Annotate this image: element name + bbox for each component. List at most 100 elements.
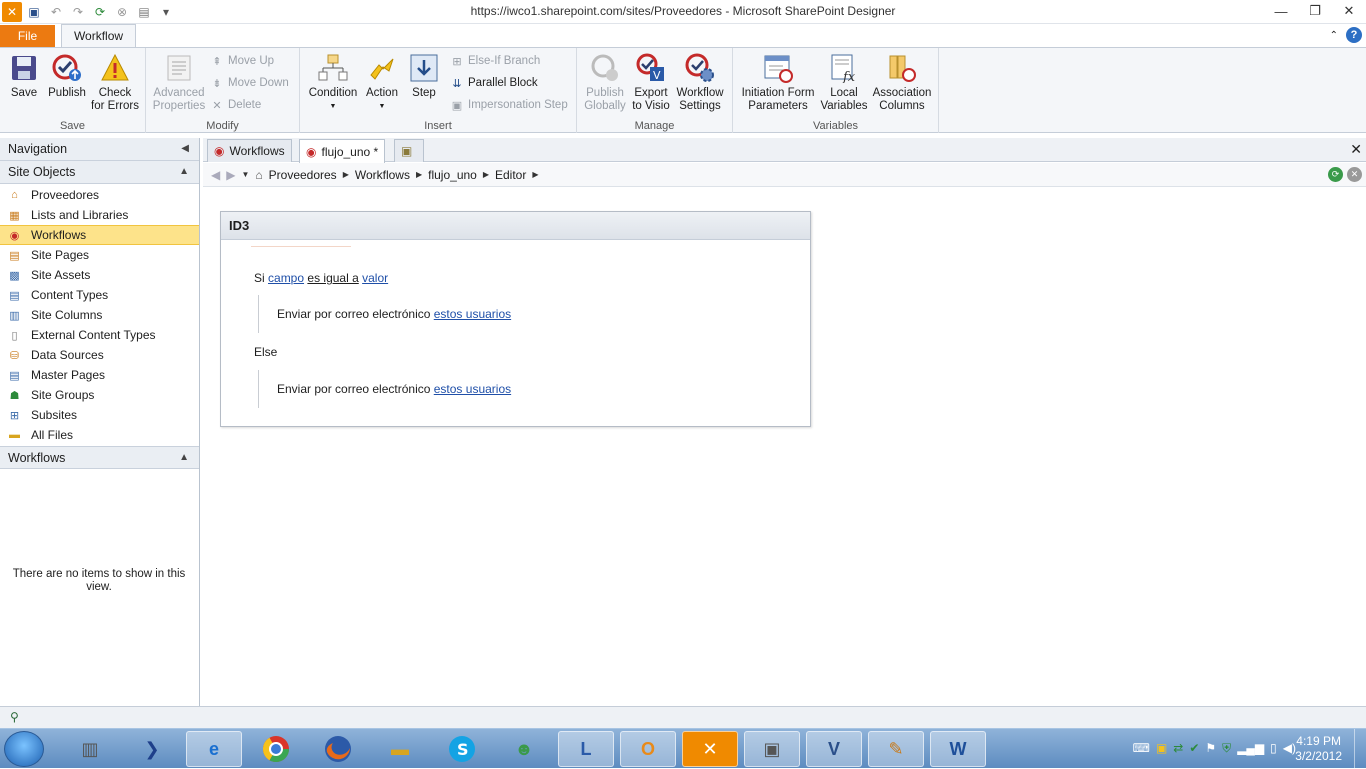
tab-file[interactable]: File	[0, 25, 55, 47]
start-button[interactable]	[4, 731, 44, 767]
close-button[interactable]: ✕	[1332, 0, 1366, 22]
refresh-icon[interactable]: ⟳	[1328, 167, 1343, 182]
history-dropdown-icon[interactable]: ▼	[241, 170, 249, 179]
lync-icon[interactable]: L	[558, 731, 614, 767]
outlook-icon[interactable]: O	[620, 731, 676, 767]
people-icon[interactable]: ☻	[496, 731, 552, 767]
sidebar-item-site-groups[interactable]: ☗ Site Groups	[0, 385, 199, 405]
volume-icon[interactable]: ◀)	[1283, 741, 1296, 756]
tab-workflows[interactable]: ◉ Workflows	[207, 139, 292, 162]
sidebar-item-lists-and-libraries[interactable]: ▦ Lists and Libraries	[0, 205, 199, 225]
refresh-icon[interactable]: ⟳	[90, 2, 110, 22]
export-to-visio-button[interactable]: V Export to Visio	[629, 52, 673, 113]
restore-button[interactable]: ❐	[1298, 0, 1332, 22]
forward-icon[interactable]: ▶	[226, 168, 235, 182]
chevron-right-icon[interactable]: ▶	[416, 170, 422, 179]
breadcrumb-flujo-uno[interactable]: flujo_uno	[428, 168, 477, 182]
new-tab-button[interactable]: ▣	[394, 139, 424, 162]
breadcrumb-editor[interactable]: Editor	[495, 168, 526, 182]
show-desktop-button[interactable]	[1354, 729, 1366, 769]
skype-icon[interactable]: S	[434, 731, 490, 767]
sidebar-item-all-files[interactable]: ▬ All Files	[0, 425, 199, 445]
field-link[interactable]: campo	[268, 271, 304, 285]
impersonation-step-button[interactable]: ▣ Impersonation Step	[450, 95, 568, 115]
preview-icon[interactable]: ▤	[134, 2, 154, 22]
sidebar-item-subsites[interactable]: ⊞ Subsites	[0, 405, 199, 425]
word-icon[interactable]: W	[930, 731, 986, 767]
check-icon[interactable]: ✔	[1189, 741, 1199, 756]
users-link-1[interactable]: estos usuarios	[434, 307, 511, 321]
sidebar-item-site-pages[interactable]: ▤ Site Pages	[0, 245, 199, 265]
breadcrumb-workflows[interactable]: Workflows	[355, 168, 410, 182]
explorer-icon[interactable]: ▬	[372, 731, 428, 767]
move-up-button[interactable]: ⇞ Move Up	[210, 51, 274, 71]
publish-button[interactable]: Publish	[45, 52, 89, 100]
save-icon[interactable]: ▣	[24, 2, 44, 22]
stop-icon[interactable]: ⊗	[112, 2, 132, 22]
chevron-up-icon[interactable]: ▲	[179, 161, 189, 183]
close-tab-icon[interactable]: ✕	[1350, 141, 1362, 158]
stop-icon[interactable]: ✕	[1347, 167, 1362, 182]
local-variables-button[interactable]: fx Local Variables	[819, 52, 869, 113]
chevron-right-icon[interactable]: ▶	[532, 170, 538, 179]
keyboard-icon[interactable]: ⌨	[1133, 741, 1150, 756]
chevron-right-icon[interactable]: ▶	[483, 170, 489, 179]
sidebar-item-master-pages[interactable]: ▤ Master Pages	[0, 365, 199, 385]
sidebar-item-data-sources[interactable]: ⛁ Data Sources	[0, 345, 199, 365]
powershell-icon[interactable]: ❯	[124, 731, 180, 767]
signal-icon[interactable]: ▂▄▆	[1237, 741, 1264, 756]
value-link[interactable]: valor	[362, 271, 388, 285]
clock[interactable]: 4:19 PM 3/2/2012	[1295, 734, 1342, 764]
outlook-tray-icon[interactable]: ▣	[1156, 741, 1167, 756]
workflow-settings-button[interactable]: Workflow Settings	[673, 52, 727, 113]
paint-icon[interactable]: ✎	[868, 731, 924, 767]
breadcrumb-proveedores[interactable]: Proveedores	[269, 168, 337, 182]
sidebar-item-external-content-types[interactable]: ▯ External Content Types	[0, 325, 199, 345]
step-title[interactable]: ID3	[221, 212, 810, 240]
chevron-right-icon[interactable]: ▶	[343, 170, 349, 179]
security-icon[interactable]: ⛨	[1222, 741, 1231, 756]
redo-icon[interactable]: ↷	[68, 2, 88, 22]
tab-flujo-uno[interactable]: ◉ flujo_uno *	[299, 139, 386, 163]
undo-icon[interactable]: ↶	[46, 2, 66, 22]
parallel-block-button[interactable]: ⇊ Parallel Block	[450, 73, 537, 93]
sidebar-item-workflows[interactable]: ◉ Workflows	[0, 225, 199, 245]
workflows-section-header[interactable]: Workflows ▲	[0, 446, 199, 469]
association-columns-button[interactable]: Association Columns	[870, 52, 934, 113]
step-button[interactable]: Step	[406, 52, 442, 100]
collapse-nav-icon[interactable]: ◀	[181, 138, 189, 160]
chevron-up-icon[interactable]: ▲	[179, 447, 189, 469]
remote-desktop-icon[interactable]: ▣	[744, 731, 800, 767]
firefox-icon[interactable]	[310, 731, 366, 767]
customize-qat-icon[interactable]: ▾	[156, 2, 176, 22]
chrome-icon[interactable]	[248, 731, 304, 767]
sync-icon[interactable]: ⇄	[1173, 741, 1183, 756]
action-button[interactable]: Action ▼	[362, 52, 402, 113]
app-icon[interactable]: ✕	[2, 2, 22, 22]
move-down-button[interactable]: ⇟ Move Down	[210, 73, 288, 93]
save-button[interactable]: Save	[6, 52, 42, 100]
users-link-2[interactable]: estos usuarios	[434, 382, 511, 396]
flag-icon[interactable]: ⚑	[1205, 741, 1216, 756]
internet-explorer-icon[interactable]: e	[186, 731, 242, 767]
advanced-properties-button[interactable]: Advanced Properties	[152, 52, 206, 113]
tab-workflow[interactable]: Workflow	[61, 24, 136, 47]
site-objects-header[interactable]: Site Objects ▲	[0, 161, 199, 184]
initiation-form-parameters-button[interactable]: Initiation Form Parameters	[738, 52, 818, 113]
minimize-button[interactable]: —	[1264, 0, 1298, 22]
condition-button[interactable]: Condition ▼	[305, 52, 361, 113]
operator-link[interactable]: es igual a	[307, 271, 358, 285]
sharepoint-designer-icon[interactable]: ✕	[682, 731, 738, 767]
sidebar-item-content-types[interactable]: ▤ Content Types	[0, 285, 199, 305]
visio-icon[interactable]: V	[806, 731, 862, 767]
delete-button[interactable]: ✕ Delete	[210, 95, 261, 115]
sidebar-item-site-columns[interactable]: ▥ Site Columns	[0, 305, 199, 325]
battery-icon[interactable]: ▯	[1270, 741, 1277, 756]
else-if-branch-button[interactable]: ⊞ Else-If Branch	[450, 51, 540, 71]
check-for-errors-button[interactable]: Check for Errors	[90, 52, 140, 113]
back-icon[interactable]: ◀	[211, 168, 220, 182]
sidebar-item-site-assets[interactable]: ▩ Site Assets	[0, 265, 199, 285]
sidebar-item-proveedores[interactable]: ⌂ Proveedores	[0, 185, 199, 205]
publish-globally-button[interactable]: Publish Globally	[583, 52, 627, 113]
minimize-ribbon-icon[interactable]: ⌃	[1330, 30, 1338, 41]
